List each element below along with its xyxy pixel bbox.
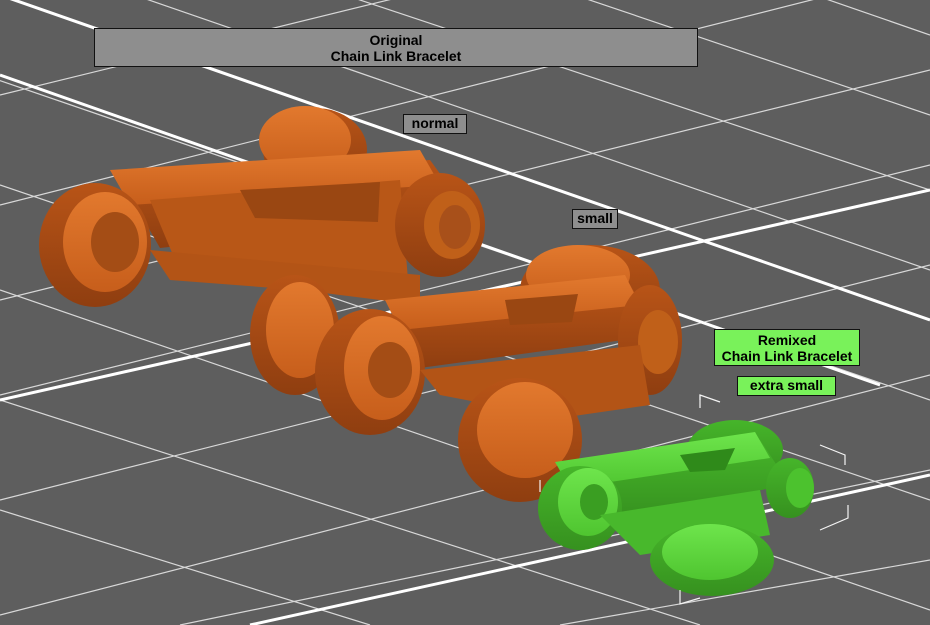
normal-size-label: normal xyxy=(403,114,467,134)
small-size-label: small xyxy=(572,209,618,229)
3d-scene[interactable] xyxy=(0,0,930,625)
remixed-title-label: Remixed Chain Link Bracelet xyxy=(714,329,860,366)
original-title-line1: Original xyxy=(369,32,423,48)
extra-small-size-label: extra small xyxy=(737,376,836,396)
remixed-title-line2: Chain Link Bracelet xyxy=(721,348,853,365)
original-title-label: Original Chain Link Bracelet xyxy=(94,28,698,67)
original-title-line2: Chain Link Bracelet xyxy=(330,48,462,65)
remixed-title-line1: Remixed xyxy=(757,332,817,348)
viewport[interactable]: Original Chain Link Bracelet normal smal… xyxy=(0,0,930,625)
